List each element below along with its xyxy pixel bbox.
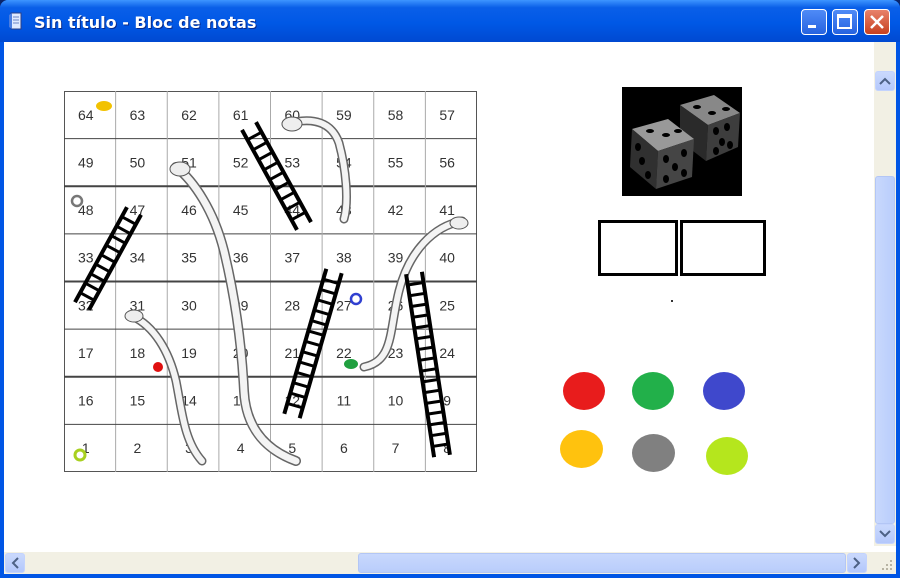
board-cell-7: 7	[392, 440, 400, 456]
vertical-scroll-thumb[interactable]	[875, 176, 895, 524]
minimize-icon	[808, 25, 816, 28]
color-token-lime[interactable]	[706, 437, 748, 475]
board-cell-25: 25	[439, 297, 455, 313]
board-cell-4: 4	[237, 440, 245, 456]
board-cell-34: 34	[130, 250, 146, 266]
minimize-button[interactable]	[801, 9, 827, 35]
board-cell-56: 56	[439, 154, 455, 170]
chevron-down-icon	[879, 530, 891, 538]
board-cell-19: 19	[181, 345, 197, 361]
board-cell-15: 15	[130, 393, 146, 409]
board-cell-17: 17	[78, 345, 94, 361]
scroll-right-button[interactable]	[847, 553, 867, 573]
board-cell-53: 53	[285, 154, 301, 170]
title-bar[interactable]: Sin título - Bloc de notas	[0, 0, 900, 42]
stray-dot	[671, 300, 673, 302]
board-cell-42: 42	[388, 202, 404, 218]
scroll-up-button[interactable]	[875, 71, 895, 91]
board-cell-36: 36	[233, 250, 249, 266]
dice-result-box-2	[680, 220, 766, 276]
board-cell-28: 28	[285, 297, 301, 313]
color-token-blue[interactable]	[703, 372, 745, 410]
board-cell-2: 2	[134, 440, 142, 456]
board-cell-40: 40	[439, 250, 455, 266]
dice-icon	[630, 95, 740, 189]
chevron-left-icon	[11, 557, 19, 569]
board-cell-62: 62	[181, 107, 197, 123]
color-token-green[interactable]	[632, 372, 674, 410]
player-piece-red[interactable]	[153, 362, 163, 372]
board-cell-24: 24	[439, 345, 455, 361]
board-cell-59: 59	[336, 107, 352, 123]
board-cell-30: 30	[181, 297, 197, 313]
horizontal-scroll-thumb[interactable]	[358, 553, 846, 573]
maximize-icon	[837, 14, 852, 29]
color-token-gray[interactable]	[632, 434, 675, 472]
board-cell-38: 38	[336, 250, 352, 266]
board-cell-39: 39	[388, 250, 404, 266]
board-cell-64: 64	[78, 107, 94, 123]
board-cell-18: 18	[130, 345, 146, 361]
board-cell-46: 46	[181, 202, 197, 218]
vertical-scrollbar[interactable]	[874, 42, 896, 546]
chevron-right-icon	[853, 557, 861, 569]
board-cell-27: 27	[336, 297, 352, 313]
scroll-down-button[interactable]	[875, 524, 895, 544]
board-cell-61: 61	[233, 107, 249, 123]
chevron-up-icon	[879, 77, 891, 85]
dice-result-box-1	[598, 220, 678, 276]
board-cell-55: 55	[388, 154, 404, 170]
color-token-yellow[interactable]	[560, 430, 603, 468]
board-cell-11: 11	[337, 393, 352, 409]
snakes-and-ladders-board: 64 63 62 61 60 59 58 5749 50 51 52 53 54 55 5648 47 46 45…	[64, 91, 477, 472]
close-icon	[870, 15, 884, 29]
board-cell-45: 45	[233, 202, 249, 218]
board-cell-58: 58	[388, 107, 404, 123]
player-piece-green[interactable]	[344, 359, 358, 369]
board-cell-63: 63	[130, 107, 146, 123]
board-cell-16: 16	[78, 393, 94, 409]
board-cell-22: 22	[336, 345, 352, 361]
scroll-left-button[interactable]	[5, 553, 25, 573]
board-cell-21: 21	[285, 345, 301, 361]
player-piece-yellow[interactable]	[96, 101, 112, 111]
board-cell-10: 10	[388, 393, 404, 409]
board-cell-35: 35	[181, 250, 197, 266]
close-button[interactable]	[864, 9, 890, 35]
color-token-red[interactable]	[563, 372, 605, 410]
board-cell-6: 6	[340, 440, 348, 456]
horizontal-scrollbar[interactable]	[4, 552, 874, 574]
resize-grip-icon[interactable]	[874, 552, 896, 574]
board-cell-50: 50	[130, 154, 146, 170]
board-cell-47: 47	[130, 202, 146, 218]
board-cell-37: 37	[285, 250, 301, 266]
notepad-icon	[9, 12, 22, 30]
board-cell-57: 57	[439, 107, 455, 123]
board-cell-49: 49	[78, 154, 94, 170]
board-cell-33: 33	[78, 250, 94, 266]
dice[interactable]	[622, 87, 742, 196]
board-cell-52: 52	[233, 154, 249, 170]
window-title: Sin título - Bloc de notas	[34, 13, 257, 32]
board-cell-41: 41	[439, 202, 455, 218]
notepad-window: Sin título - Bloc de notas 64 63 62 61 60 59 5…	[0, 0, 900, 578]
maximize-button[interactable]	[832, 9, 858, 35]
